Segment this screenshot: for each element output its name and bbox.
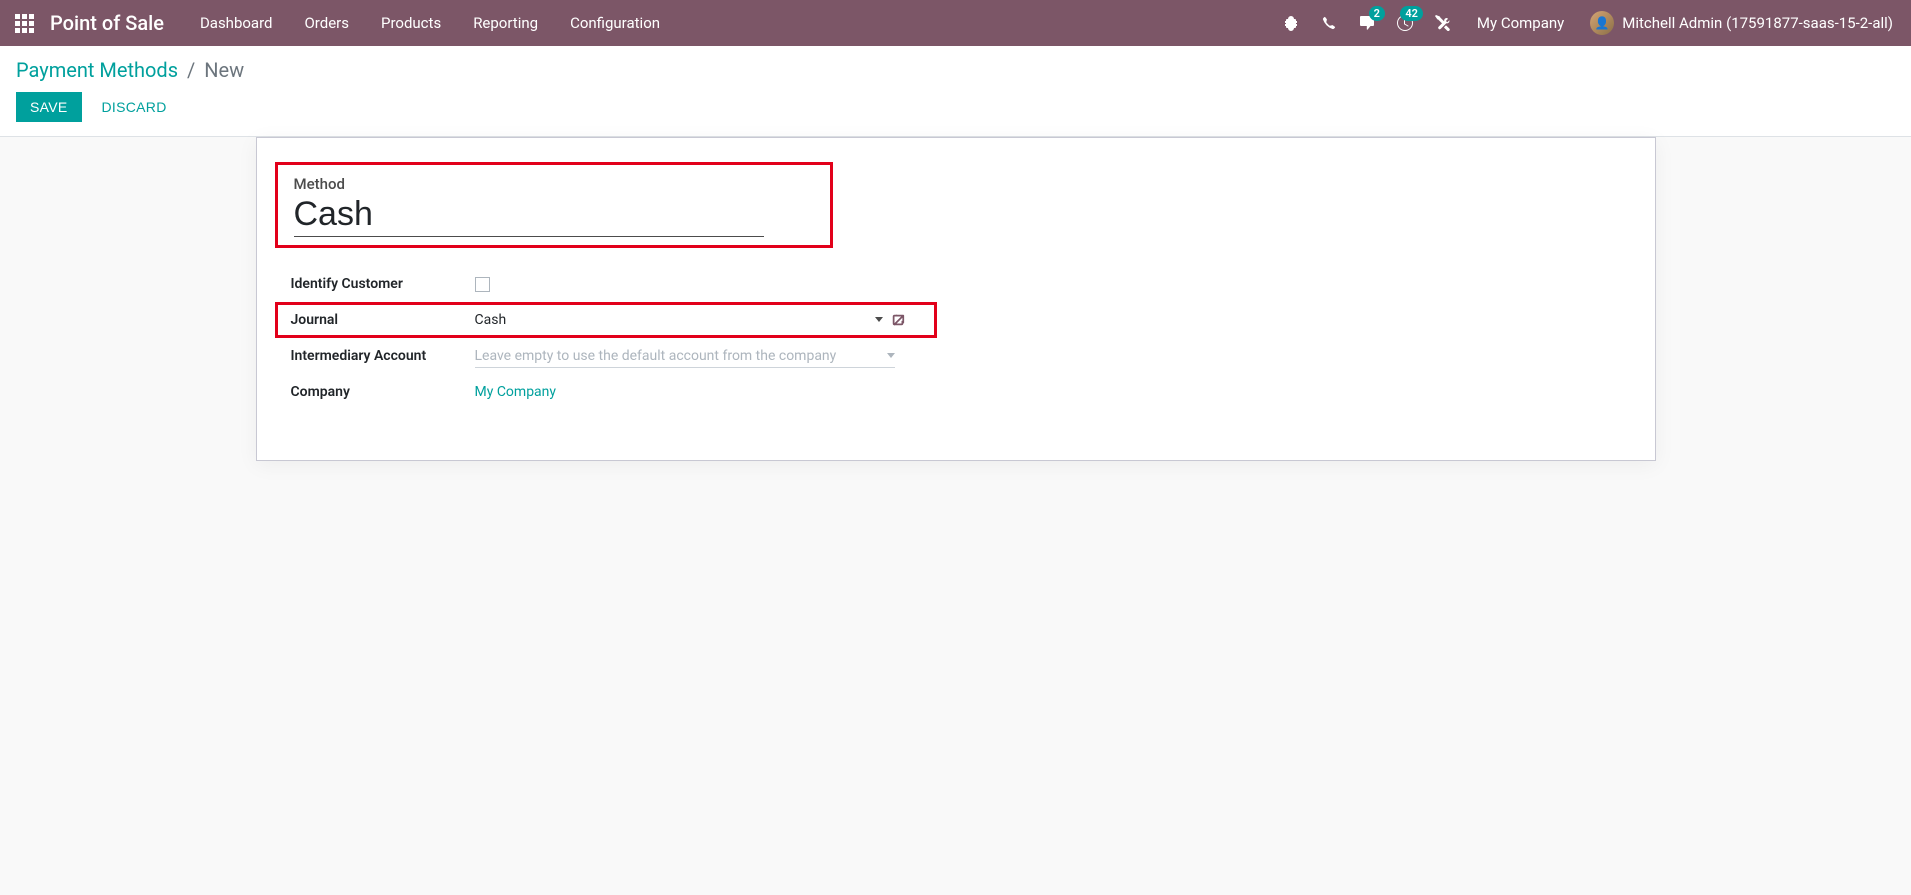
method-input[interactable] (294, 193, 764, 237)
apps-menu-icon[interactable] (8, 0, 40, 46)
debug-icon[interactable] (1273, 0, 1309, 46)
nav-configuration[interactable]: Configuration (554, 0, 676, 46)
company-switcher[interactable]: My Company (1463, 14, 1578, 32)
journal-input[interactable]: Cash (475, 310, 905, 331)
messages-icon[interactable]: 2 (1349, 0, 1385, 46)
nav-products[interactable]: Products (365, 0, 457, 46)
nav-dashboard[interactable]: Dashboard (184, 0, 289, 46)
messages-badge: 2 (1369, 6, 1385, 21)
tools-icon[interactable] (1425, 0, 1461, 46)
journal-field-highlight: Journal Cash (275, 302, 937, 338)
nav-orders[interactable]: Orders (288, 0, 365, 46)
avatar: 👤 (1590, 11, 1614, 35)
save-button[interactable]: Save (16, 92, 82, 122)
external-link-icon[interactable] (891, 313, 905, 327)
breadcrumb-parent[interactable]: Payment Methods (16, 58, 178, 82)
discard-button[interactable]: Discard (92, 92, 177, 122)
phone-icon[interactable] (1311, 0, 1347, 46)
activities-icon[interactable]: 42 (1387, 0, 1423, 46)
control-panel: Payment Methods / New Save Discard (0, 46, 1911, 137)
journal-label: Journal (291, 312, 475, 328)
user-menu[interactable]: 👤 Mitchell Admin (17591877-saas-15-2-all… (1580, 11, 1903, 35)
chevron-down-icon[interactable] (887, 353, 895, 358)
method-label: Method (294, 169, 814, 193)
nav-reporting[interactable]: Reporting (457, 0, 554, 46)
company-link[interactable]: My Company (475, 384, 557, 400)
nav-menu: Dashboard Orders Products Reporting Conf… (184, 0, 676, 46)
company-label: Company (291, 384, 475, 400)
activities-badge: 42 (1400, 6, 1423, 21)
user-name: Mitchell Admin (17591877-saas-15-2-all) (1622, 14, 1893, 32)
intermediary-account-label: Intermediary Account (291, 348, 475, 364)
identify-customer-label: Identify Customer (291, 276, 475, 292)
chevron-down-icon[interactable] (875, 317, 883, 322)
navbar: Point of Sale Dashboard Orders Products … (0, 0, 1911, 46)
breadcrumb-current: New (204, 58, 244, 82)
identify-customer-checkbox[interactable] (475, 277, 490, 292)
breadcrumb: Payment Methods / New (16, 58, 1895, 82)
form-sheet: Method Identify Customer Journal Cash (256, 137, 1656, 461)
app-brand[interactable]: Point of Sale (50, 11, 164, 35)
method-field-highlight: Method (275, 162, 833, 248)
intermediary-account-input[interactable]: Leave empty to use the default account f… (475, 345, 895, 368)
